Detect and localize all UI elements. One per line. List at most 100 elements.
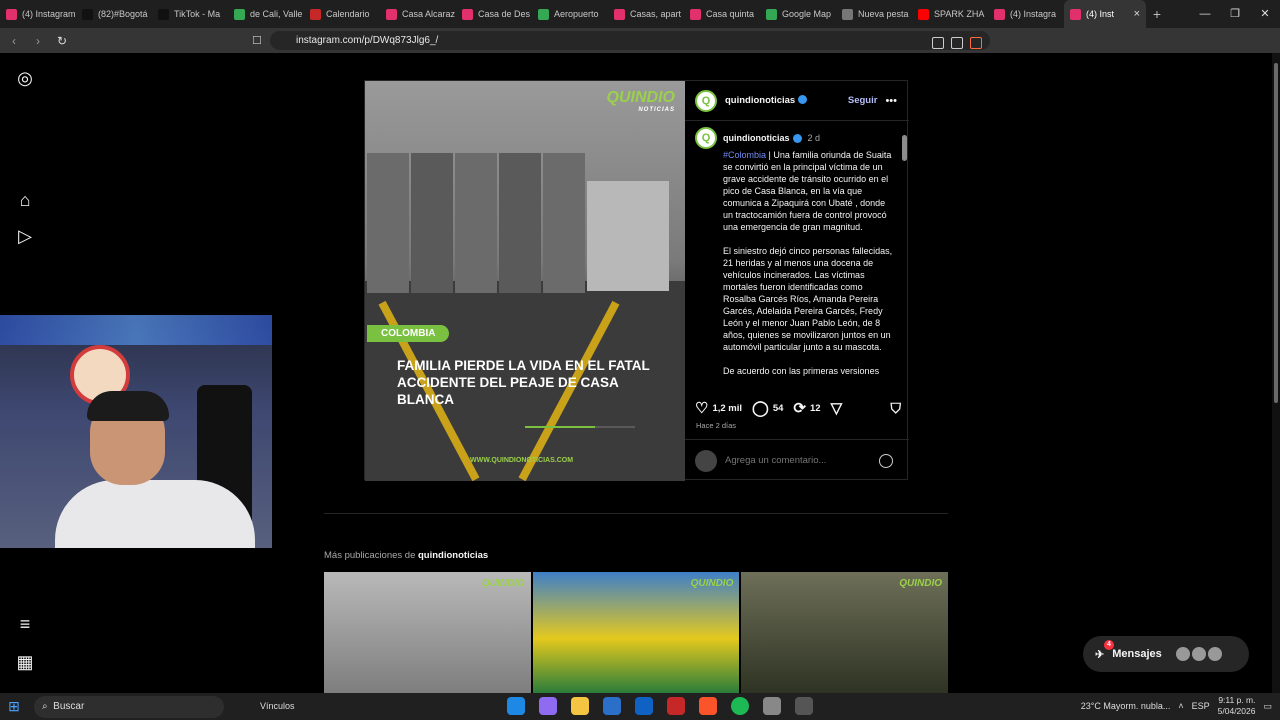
menu-icon[interactable]: ≡ [14,613,36,635]
browser-tab[interactable]: Casa quinta [684,0,760,28]
tab-label: Aeropuerto [554,9,599,19]
address-row: ‹ › ↻ instagram.com/p/DWq873Jlg6_/ [0,28,1280,53]
tab-label: Nueva pesta [858,9,909,19]
tab-favicon-icon [6,8,17,20]
copilot-icon[interactable] [539,697,557,715]
like-count[interactable]: 1,2 mil [712,403,742,414]
tray-chevron-icon[interactable]: ˄ [1178,701,1183,711]
tab-label: Calendario [326,9,370,19]
clock[interactable]: 9:11 p. m. 5/04/2026 [1218,695,1256,717]
bookmark-icon[interactable]: ☐ [252,34,262,47]
messages-button[interactable]: ✈ 4 Mensajes [1083,636,1249,672]
tab-label: de Cali, Valle [250,9,303,19]
new-tab-icon[interactable]: + [1146,6,1168,22]
follow-button[interactable]: Seguir [848,95,878,106]
repost-icon[interactable]: ⟳ [793,399,806,417]
more-posts-grid: QUINDIO QUINDIO QUINDIO [324,572,949,693]
browser-tab[interactable]: Nueva pesta [836,0,912,28]
tab-label: Casas, apart [630,9,682,19]
brave-shield-icon[interactable] [970,37,982,49]
back-icon[interactable]: ‹ [4,34,24,48]
outlook-icon[interactable] [635,697,653,715]
file-explorer-icon[interactable] [571,697,589,715]
tab-favicon-icon [82,8,93,20]
post-thumbnail[interactable]: QUINDIO [324,572,531,693]
browser-tab[interactable]: Calendario [304,0,380,28]
dog-photo [587,181,669,291]
url-text: instagram.com/p/DWq873Jlg6_/ [296,35,439,46]
reload-icon[interactable]: ↻ [52,34,72,48]
browser-tab[interactable]: SPARK ZHA [912,0,988,28]
tab-favicon-icon [462,8,473,20]
browser-tab[interactable]: (82)#Bogotá [76,0,152,28]
browser-tab[interactable]: (4) Instagra [988,0,1064,28]
browser-tab[interactable]: (4) Instagram [0,0,76,28]
url-bar[interactable]: instagram.com/p/DWq873Jlg6_/ [270,31,990,50]
caption-avatar[interactable]: Q [695,127,717,149]
edge-icon[interactable] [507,697,525,715]
tab-label: TikTok - Ma [174,9,221,19]
caption-scrollbar[interactable] [901,123,907,389]
save-bookmark-icon[interactable]: ⛉ [891,400,902,417]
caption-username[interactable]: quindionoticias [723,132,790,144]
more-posts-username[interactable]: quindionoticias [418,550,488,561]
messenger-icon: ✈ [1095,648,1105,661]
messages-label: Mensajes [1112,648,1162,660]
restore-icon[interactable]: ❐ [1220,0,1250,28]
victim-photos [367,153,585,293]
comment-icon[interactable]: ◯ [752,399,769,417]
settings-icon[interactable] [763,697,781,715]
browser-tab[interactable]: de Cali, Valle [228,0,304,28]
tab-label: (4) Inst [1086,9,1115,19]
post-thumbnail[interactable]: QUINDIO [741,572,949,693]
windows-start-icon[interactable]: ⊞ [0,698,28,715]
post-image[interactable]: QUINDIO NOTICIAS COLOMBIA FAMILIA PIERDE … [365,81,685,481]
tab-favicon-icon [994,8,1005,20]
reels-icon[interactable]: ▷ [14,225,36,247]
home-icon[interactable]: ⌂ [14,189,36,211]
share-icon[interactable] [951,37,963,49]
like-icon[interactable]: ♡ [695,399,708,417]
tab-label: (4) Instagra [1010,9,1057,19]
install-app-icon[interactable] [932,37,944,49]
language-indicator[interactable]: ESP [1192,701,1210,711]
hashtag-link[interactable]: #Colombia [723,150,766,160]
more-options-icon[interactable]: ••• [885,95,897,107]
weather-widget[interactable]: 23°C Mayorm. nubla... [1081,701,1171,711]
comment-row [685,439,909,481]
spotify-icon[interactable] [731,697,749,715]
browser-tab[interactable]: Google Map [760,0,836,28]
calculator-icon[interactable] [795,697,813,715]
recorder-icon[interactable] [667,697,685,715]
verified-icon [798,95,808,104]
browser-tab[interactable]: Aeropuerto [532,0,608,28]
minimize-icon[interactable]: — [1190,0,1220,28]
browser-tab[interactable]: TikTok - Ma [152,0,228,28]
share-icon[interactable]: ▽ [831,399,843,417]
browser-tab[interactable]: Casa de Des [456,0,532,28]
links-toolbar[interactable]: Vínculos [260,701,295,711]
close-window-icon[interactable]: ✕ [1250,0,1280,28]
notifications-icon[interactable]: ▭ [1263,701,1272,712]
store-icon[interactable] [603,697,621,715]
instagram-logo-icon[interactable]: ◎ [14,67,36,89]
emoji-icon[interactable] [879,453,893,468]
post-headline: FAMILIA PIERDE LA VIDA EN EL FATAL ACCID… [397,358,650,407]
account-username[interactable]: quindionoticias [725,95,808,106]
caption-paragraph-3: De acuerdo con las primeras versiones [723,366,880,376]
browser-tab-strip: (4) Instagram (82)#Bogotá TikTok - Ma de Ca… [0,0,1280,28]
active-browser-tab[interactable]: (4) Inst × [1064,0,1146,28]
post-thumbnail[interactable]: QUINDIO [532,572,740,693]
close-tab-icon[interactable]: × [1134,8,1140,20]
tab-label: Casa Alcaraz [402,9,456,19]
user-avatar [695,449,717,472]
forward-icon[interactable]: › [28,34,48,48]
brave-icon[interactable] [699,697,717,715]
more-apps-icon[interactable]: ▦ [14,651,36,673]
taskbar-search[interactable]: ⌕ Buscar [34,695,224,718]
page-scrollbar[interactable] [1272,53,1280,693]
comment-input[interactable] [725,455,875,466]
account-avatar[interactable]: Q [695,89,717,112]
browser-tab[interactable]: Casa Alcaraz [380,0,456,28]
browser-tab[interactable]: Casas, apart [608,0,684,28]
